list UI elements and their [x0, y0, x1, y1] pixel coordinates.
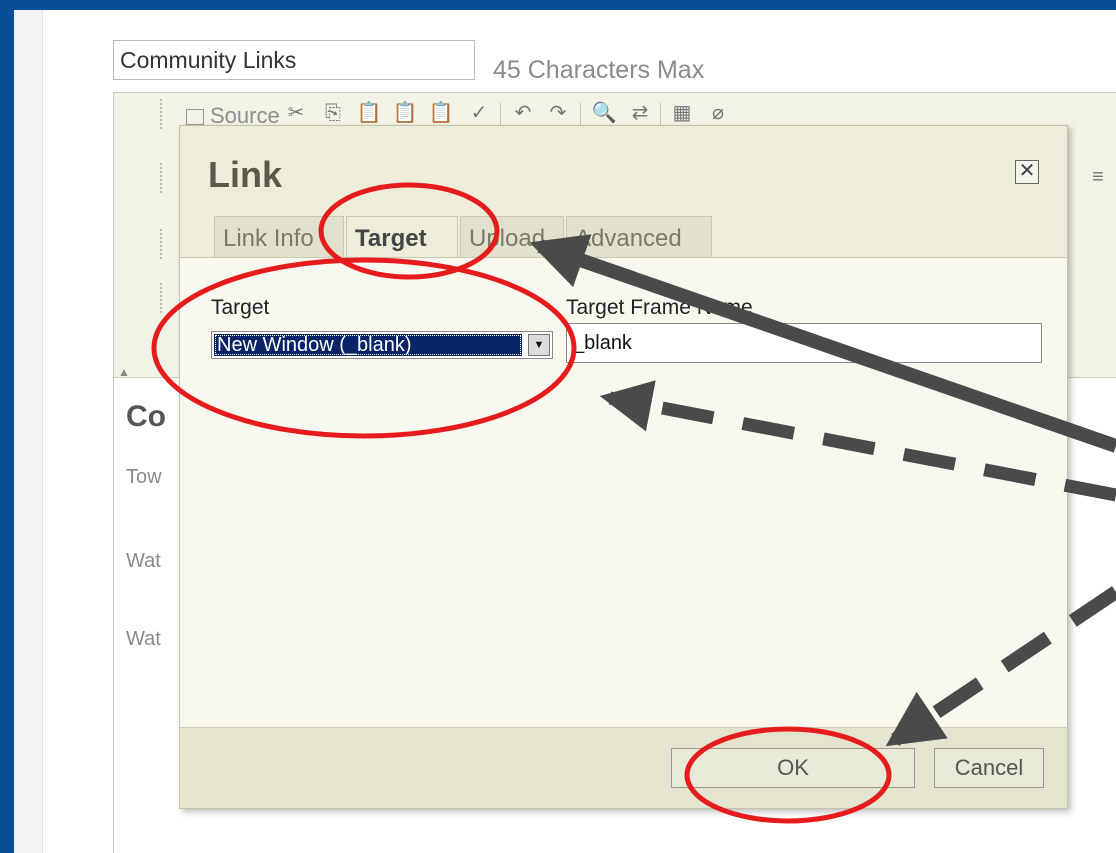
target-select[interactable]: New Window (_blank) ▼	[211, 331, 553, 359]
align-icon[interactable]: ≡	[1084, 163, 1112, 191]
close-icon[interactable]: ✕	[1015, 160, 1039, 184]
remove-format-icon[interactable]: ⌀	[704, 99, 732, 127]
copy-icon[interactable]: ⎘	[319, 99, 347, 127]
content-line: Wat	[126, 550, 161, 572]
cut-icon[interactable]: ✂	[282, 99, 310, 127]
target-label: Target	[211, 296, 270, 319]
tab-target[interactable]: Target	[346, 216, 458, 259]
frame-name-label: Target Frame Name	[566, 296, 753, 319]
spellcheck-icon[interactable]: ✓	[465, 99, 493, 127]
paste-icon[interactable]: 📋	[355, 99, 383, 127]
chevron-down-icon[interactable]: ▼	[528, 334, 550, 356]
tab-upload[interactable]: Upload	[460, 216, 564, 257]
tab-advanced[interactable]: Advanced	[566, 216, 712, 257]
dialog-title: Link	[208, 154, 283, 195]
ok-button[interactable]: OK	[671, 748, 915, 788]
collapse-toolbar-icon[interactable]: ▲	[118, 365, 130, 379]
toolbar-grip[interactable]	[160, 99, 167, 129]
page-gutter	[14, 10, 43, 853]
find-icon[interactable]: 🔍	[590, 99, 618, 127]
link-dialog: Link ✕ Link Info Target Upload Advanced …	[179, 125, 1068, 809]
select-all-icon[interactable]: ▦	[668, 99, 696, 127]
target-select-value: New Window (_blank)	[214, 334, 522, 356]
link-title-input[interactable]	[113, 40, 475, 80]
frame-name-input[interactable]	[566, 323, 1042, 363]
source-icon	[186, 109, 204, 125]
toolbar-grip[interactable]	[160, 163, 167, 193]
cancel-button[interactable]: Cancel	[934, 748, 1044, 788]
toolbar-grip[interactable]	[160, 229, 167, 259]
paste-text-icon[interactable]: 📋	[391, 99, 419, 127]
dialog-footer: OK Cancel	[180, 727, 1067, 808]
paste-word-icon[interactable]: 📋	[427, 99, 455, 127]
char-limit-hint: 45 Characters Max	[493, 56, 705, 84]
content-heading: Co	[126, 400, 166, 433]
tab-link-info[interactable]: Link Info	[214, 216, 344, 257]
undo-icon[interactable]: ↶	[509, 99, 537, 127]
replace-icon[interactable]: ⇄	[626, 99, 654, 127]
redo-icon[interactable]: ↷	[544, 99, 572, 127]
toolbar-grip[interactable]	[160, 283, 167, 313]
content-line: Wat	[126, 628, 161, 650]
content-line: Tow	[126, 466, 162, 488]
